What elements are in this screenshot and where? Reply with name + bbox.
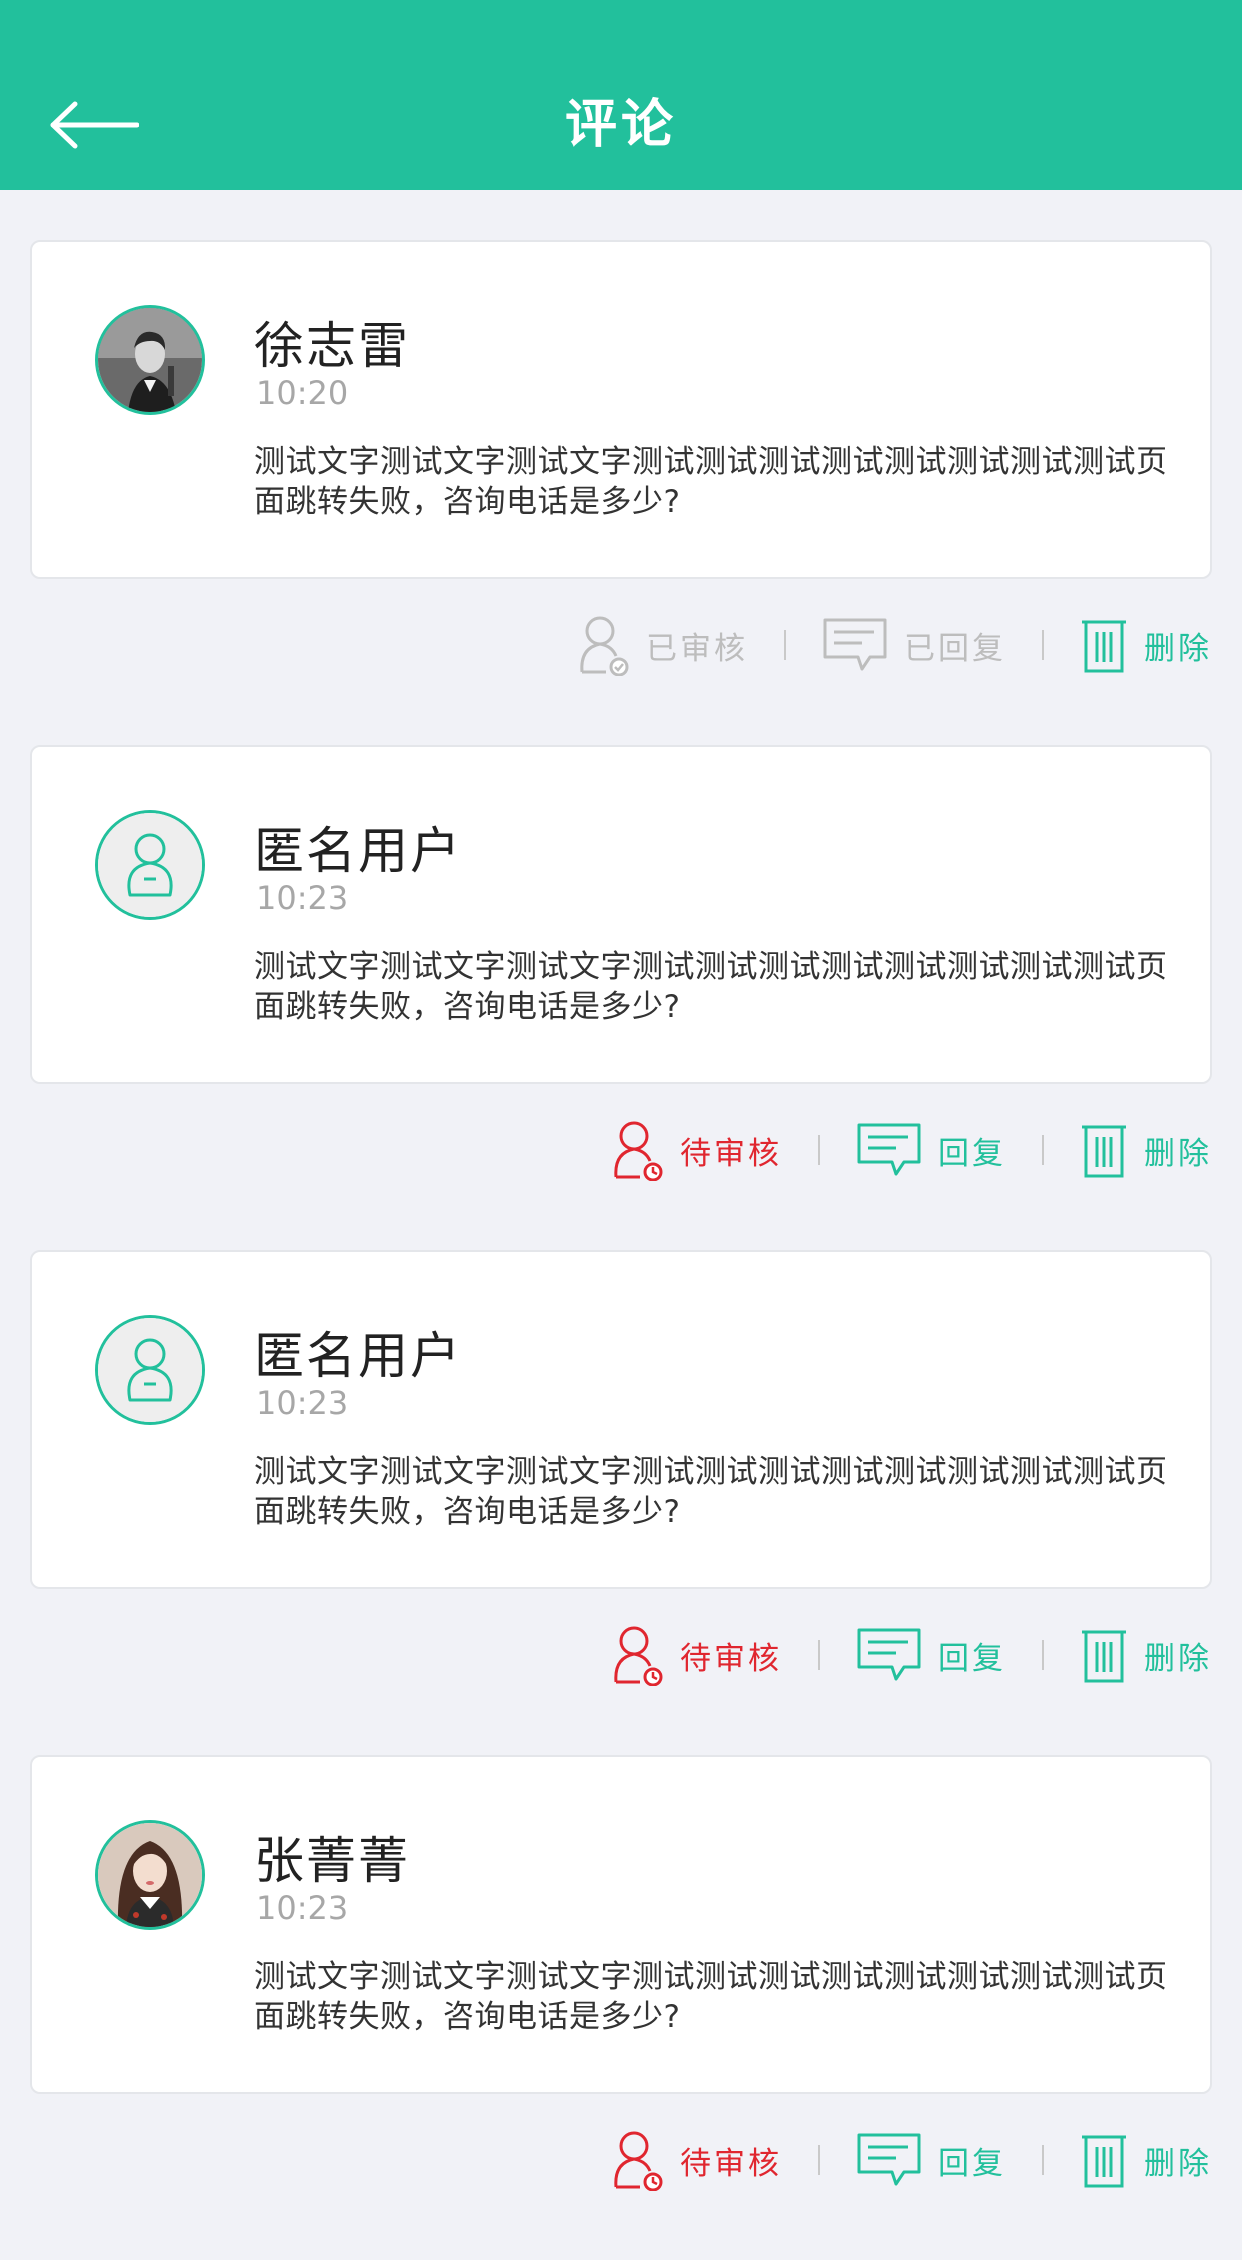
divider	[1042, 1135, 1044, 1165]
divider	[1042, 630, 1044, 660]
comment-actions: 待审核 回复 删除	[0, 1110, 1212, 1190]
comment-text: 测试文字测试文字测试文字测试测试测试测试测试测试测试测试页面跳转失败，咨询电话是…	[254, 1959, 1168, 2035]
divider	[818, 2145, 820, 2175]
divider	[818, 1640, 820, 1670]
message-icon	[857, 1123, 921, 1176]
user-pending-icon	[614, 1121, 663, 1181]
delete-label: 删除	[1144, 1640, 1212, 1677]
comment-item: 徐志雷 10:20 测试文字测试文字测试文字测试测试测试测试测试测试测试测试页面…	[0, 240, 1242, 745]
commenter-name: 徐志雷	[254, 317, 410, 375]
comment-text: 测试文字测试文字测试文字测试测试测试测试测试测试测试测试页面跳转失败，咨询电话是…	[254, 1454, 1168, 1530]
comment-card[interactable]: 匿名用户 10:23 测试文字测试文字测试文字测试测试测试测试测试测试测试测试页…	[30, 1250, 1212, 1589]
trash-icon	[1082, 620, 1126, 673]
status-label: 待审核	[680, 1135, 782, 1172]
delete-button[interactable]: 删除	[1080, 1121, 1212, 1179]
delete-label: 删除	[1144, 630, 1212, 667]
divider	[818, 1135, 820, 1165]
approved-status: 已审核	[576, 614, 748, 676]
comment-card[interactable]: 张菁菁 10:23 测试文字测试文字测试文字测试测试测试测试测试测试测试测试页面…	[30, 1755, 1212, 2094]
trash-icon	[1082, 1125, 1126, 1178]
reply-label: 回复	[938, 1640, 1006, 1677]
comment-actions: 待审核 回复 删除	[0, 1615, 1212, 1695]
status-label: 待审核	[680, 2145, 782, 2182]
delete-button[interactable]: 删除	[1080, 2131, 1212, 2189]
comment-item: 匿名用户 10:23 测试文字测试文字测试文字测试测试测试测试测试测试测试测试页…	[0, 745, 1242, 1250]
anonymous-user-avatar[interactable]	[95, 1315, 205, 1425]
comment-card[interactable]: 徐志雷 10:20 测试文字测试文字测试文字测试测试测试测试测试测试测试测试页面…	[30, 240, 1212, 579]
replied-status: 已回复	[822, 617, 1006, 673]
status-label: 已审核	[646, 630, 748, 667]
reply-button[interactable]: 回复	[856, 2132, 1006, 2188]
delete-label: 删除	[1144, 1135, 1212, 1172]
comment-time: 10:20	[256, 374, 349, 412]
comment-text: 测试文字测试文字测试文字测试测试测试测试测试测试测试测试页面跳转失败，咨询电话是…	[254, 949, 1168, 1025]
anonymous-user-avatar[interactable]	[95, 810, 205, 920]
user-pending-icon	[614, 1626, 663, 1686]
delete-label: 删除	[1144, 2145, 1212, 2182]
pending-review-button[interactable]: 待审核	[610, 1119, 782, 1181]
reply-label: 回复	[938, 2145, 1006, 2182]
message-icon	[857, 1628, 921, 1681]
comment-item: 匿名用户 10:23 测试文字测试文字测试文字测试测试测试测试测试测试测试测试页…	[0, 1250, 1242, 1755]
comment-time: 10:23	[256, 1384, 349, 1422]
pending-review-button[interactable]: 待审核	[610, 1624, 782, 1686]
pending-review-button[interactable]: 待审核	[610, 2129, 782, 2191]
male-photo-avatar[interactable]	[95, 305, 205, 415]
message-icon	[823, 618, 887, 671]
delete-button[interactable]: 删除	[1080, 1626, 1212, 1684]
trash-icon	[1082, 2135, 1126, 2188]
commenter-name: 张菁菁	[254, 1832, 410, 1890]
comment-item: 张菁菁 10:23 测试文字测试文字测试文字测试测试测试测试测试测试测试测试页面…	[0, 1755, 1242, 2260]
comment-card[interactable]: 匿名用户 10:23 测试文字测试文字测试文字测试测试测试测试测试测试测试测试页…	[30, 745, 1212, 1084]
divider	[1042, 1640, 1044, 1670]
comment-list: 徐志雷 10:20 测试文字测试文字测试文字测试测试测试测试测试测试测试测试页面…	[0, 240, 1242, 2260]
reply-button[interactable]: 回复	[856, 1122, 1006, 1178]
top-nav-bar: 评论	[0, 0, 1242, 190]
user-approved-icon	[580, 616, 629, 676]
trash-icon	[1082, 1630, 1126, 1683]
comment-actions: 已审核 已回复 删除	[0, 605, 1212, 685]
reply-button[interactable]: 回复	[856, 1627, 1006, 1683]
reply-label: 已回复	[904, 630, 1006, 667]
message-icon	[857, 2133, 921, 2186]
user-pending-icon	[614, 2131, 663, 2191]
divider	[1042, 2145, 1044, 2175]
commenter-name: 匿名用户	[254, 822, 462, 880]
status-label: 待审核	[680, 1640, 782, 1677]
comment-time: 10:23	[256, 879, 349, 917]
comment-actions: 待审核 回复 删除	[0, 2120, 1212, 2200]
divider	[784, 630, 786, 660]
delete-button[interactable]: 删除	[1080, 616, 1212, 674]
female-photo-avatar[interactable]	[95, 1820, 205, 1930]
comment-time: 10:23	[256, 1889, 349, 1927]
commenter-name: 匿名用户	[254, 1327, 462, 1385]
reply-label: 回复	[938, 1135, 1006, 1172]
comment-text: 测试文字测试文字测试文字测试测试测试测试测试测试测试测试页面跳转失败，咨询电话是…	[254, 444, 1168, 520]
page-title: 评论	[564, 95, 677, 155]
